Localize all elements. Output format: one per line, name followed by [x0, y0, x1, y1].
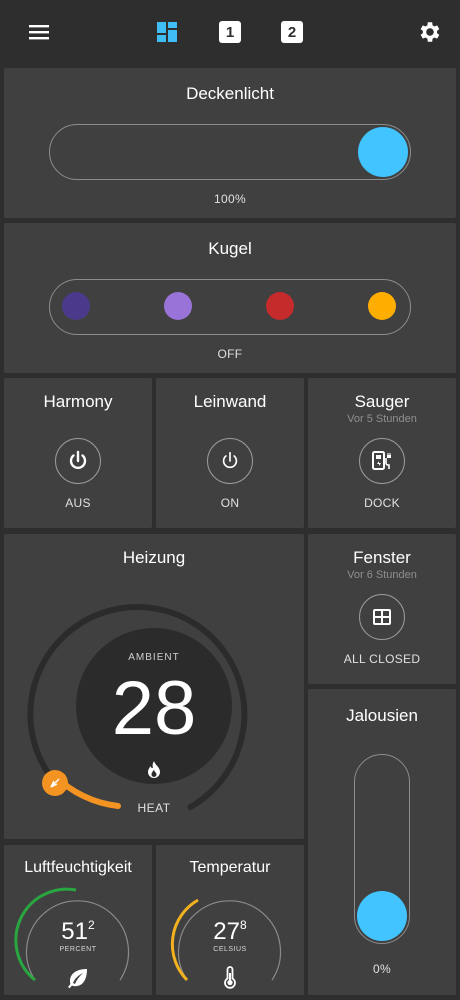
view-2-label: 2	[287, 23, 297, 41]
thermometer-icon	[221, 965, 239, 989]
view-1-icon[interactable]: 1	[214, 16, 246, 48]
luftfeuchtigkeit-unit: PERCENT	[59, 946, 97, 953]
heizung-ambient-label: AMBIENT	[128, 652, 180, 663]
settings-icon[interactable]	[413, 16, 445, 48]
deckenlicht-title: Deckenlicht	[186, 84, 274, 103]
jalousien-card: Jalousien 0%	[308, 689, 456, 995]
harmony-state: AUS	[65, 496, 91, 510]
flame-icon	[145, 760, 163, 780]
fenster-button[interactable]	[359, 594, 405, 640]
kugel-color-option[interactable]	[164, 292, 192, 320]
dashboard-icon[interactable]	[151, 16, 183, 48]
window-closed-icon	[373, 609, 391, 625]
leinwand-state: ON	[220, 496, 240, 510]
kugel-card: Kugel OFF	[4, 223, 456, 373]
view-1-label: 1	[225, 23, 235, 41]
power-icon	[69, 450, 87, 470]
heizung-target-handle[interactable]	[42, 770, 68, 796]
temperatur-unit: CELSIUS	[213, 946, 247, 953]
harmony-title: Harmony	[43, 392, 113, 411]
fenster-state: ALL CLOSED	[343, 652, 421, 666]
heizung-mode: HEAT	[137, 801, 171, 815]
top-bar: 1 2	[0, 0, 460, 64]
fenster-title: Fenster	[353, 548, 411, 567]
leinwand-power-button[interactable]	[207, 438, 253, 484]
leinwand-card: Leinwand ON	[156, 378, 304, 528]
jalousien-value: 0%	[373, 962, 391, 976]
handle-icon	[50, 778, 60, 788]
temperatur-value-main: 27	[213, 918, 240, 945]
kugel-color-option[interactable]	[62, 292, 90, 320]
temperatur-value: 278	[156, 918, 304, 946]
sauger-card: Sauger Vor 5 Stunden DOCK	[308, 378, 456, 528]
fenster-subtitle: Vor 6 Stunden	[347, 569, 417, 581]
kugel-color-selector	[49, 279, 411, 335]
kugel-state: OFF	[217, 347, 243, 361]
harmony-card: Harmony AUS	[4, 378, 152, 528]
kugel-color-option[interactable]	[368, 292, 396, 320]
luftfeuchtigkeit-value-main: 51	[61, 918, 88, 945]
robot-vacuum-dock-icon	[372, 451, 391, 470]
deckenlicht-slider-knob[interactable]	[357, 126, 408, 177]
temperatur-card: Temperatur 278 CELSIUS	[156, 845, 304, 995]
sauger-title: Sauger	[354, 392, 410, 411]
sauger-state: DOCK	[364, 496, 400, 510]
fenster-card: Fenster Vor 6 Stunden ALL CLOSED	[308, 534, 456, 684]
leaf-icon	[66, 967, 90, 989]
sauger-subtitle: Vor 5 Stunden	[347, 413, 417, 425]
jalousien-title: Jalousien	[346, 706, 418, 725]
sauger-dock-button[interactable]	[359, 438, 405, 484]
luftfeuchtigkeit-value: 512	[4, 918, 152, 946]
jalousien-slider-knob[interactable]	[356, 890, 407, 941]
luftfeuchtigkeit-card: Luftfeuchtigkeit 512 PERCENT	[4, 845, 152, 995]
luftfeuchtigkeit-value-decimal: 2	[88, 918, 95, 932]
heizung-temperature: 28	[111, 666, 197, 751]
view-2-icon[interactable]: 2	[276, 16, 308, 48]
harmony-power-button[interactable]	[55, 438, 101, 484]
temperatur-value-decimal: 8	[240, 918, 247, 932]
deckenlicht-card: Deckenlicht 100%	[4, 68, 456, 218]
kugel-title: Kugel	[208, 239, 252, 258]
menu-icon[interactable]	[23, 16, 55, 48]
leinwand-title: Leinwand	[193, 392, 267, 411]
deckenlicht-value: 100%	[214, 192, 246, 206]
jalousien-slider[interactable]	[354, 754, 410, 944]
heizung-card: Heizung AMBIENT 28 HEAT	[4, 534, 304, 839]
kugel-color-option[interactable]	[266, 292, 294, 320]
deckenlicht-slider[interactable]	[49, 124, 411, 180]
power-icon	[222, 451, 238, 469]
